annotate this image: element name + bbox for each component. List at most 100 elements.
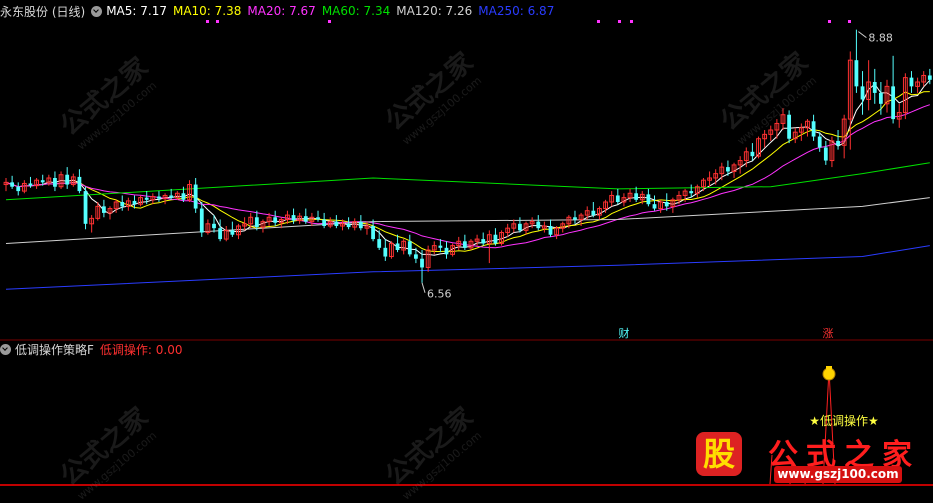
site-logo: 股 公式之家 www.gszj100.com: [688, 430, 933, 486]
chevron-down-icon[interactable]: [91, 5, 103, 17]
candle-body: [646, 194, 651, 205]
candle-body: [218, 228, 223, 240]
ma60-label: MA60: 7.34: [321, 4, 391, 18]
ma10-label: MA10: 7.38: [172, 4, 242, 18]
candle-body: [40, 180, 45, 183]
candle: [334, 215, 339, 229]
candle: [187, 180, 192, 202]
candle: [627, 188, 633, 202]
candle-body: [891, 86, 896, 120]
candle: [652, 195, 657, 211]
indicator-header: 低调操作策略F 低调操作: 0.00: [0, 339, 933, 359]
candle: [218, 219, 223, 242]
candle: [713, 169, 719, 185]
candle: [866, 60, 872, 111]
candle: [3, 178, 9, 192]
candle: [481, 232, 486, 246]
candle: [792, 127, 798, 144]
candle-body: [615, 195, 620, 202]
candle-body: [53, 178, 57, 187]
stock-chart[interactable]: 8.88 6.56 财涨 ★低调操作★ 公式之家 www.gszj100.com 公式…: [0, 0, 933, 503]
candle-body: [181, 193, 186, 200]
chart-canvas[interactable]: 8.886.56财涨 ★低调操作★: [0, 0, 933, 486]
candle: [670, 197, 676, 213]
candle-body: [101, 206, 106, 213]
low-price-label: 6.56: [427, 288, 452, 301]
candle: [157, 191, 161, 202]
ma-line: [5, 162, 930, 201]
candle: [762, 130, 768, 148]
candle-body: [414, 254, 418, 259]
candle-body: [536, 221, 541, 229]
candle-body: [383, 247, 388, 257]
candle: [694, 184, 700, 198]
candle: [780, 108, 786, 130]
candle: [138, 195, 143, 207]
candle-body: [230, 230, 235, 235]
candle: [836, 130, 840, 150]
candle-body: [169, 195, 174, 198]
stock-title[interactable]: 永东股份 (日线): [0, 3, 85, 20]
candle: [468, 239, 474, 250]
candle-body: [199, 208, 204, 233]
candle: [16, 182, 21, 196]
marker-cai: 财: [619, 326, 630, 340]
candle-body: [481, 239, 486, 244]
candle-body: [212, 223, 216, 229]
candle: [541, 221, 547, 233]
candle: [548, 219, 553, 237]
candle: [395, 234, 400, 253]
candle-body: [65, 174, 70, 185]
candle-body: [811, 121, 816, 137]
candle: [199, 202, 204, 237]
candle: [921, 71, 927, 87]
candle: [444, 241, 449, 259]
candle: [401, 239, 407, 255]
candle-body: [407, 241, 412, 255]
candle: [223, 226, 229, 242]
candle-body: [652, 204, 657, 209]
candle: [511, 219, 517, 233]
candle-body: [927, 75, 932, 80]
candle: [750, 143, 755, 161]
candle-body: [316, 217, 320, 220]
price-annotations: 8.886.56财涨: [421, 31, 893, 340]
candle: [621, 193, 627, 207]
annotation-pointer: [858, 31, 867, 39]
candle: [53, 171, 57, 192]
candle-body: [548, 226, 553, 235]
candle: [689, 184, 694, 198]
candle: [591, 202, 596, 218]
candle: [327, 217, 333, 229]
ma250-label: MA250: 6.87: [478, 4, 555, 18]
indicator-value: 低调操作: 0.00: [99, 342, 183, 357]
candle-body: [493, 234, 498, 244]
candle: [303, 208, 308, 224]
candle-body: [787, 114, 792, 139]
candle: [21, 180, 27, 194]
candle: [860, 71, 865, 115]
candle-body: [438, 245, 443, 248]
ma-line: [5, 104, 930, 249]
candle: [805, 119, 810, 137]
candle: [909, 71, 914, 93]
ma5-label: MA5: 7.17: [106, 4, 167, 18]
candle: [817, 132, 822, 152]
candle-body: [664, 202, 669, 207]
candle-body: [591, 210, 596, 216]
candle: [486, 230, 492, 264]
candle: [915, 77, 920, 93]
ma-line: [5, 91, 930, 253]
indicator-name[interactable]: 低调操作策略F: [15, 341, 94, 358]
candle: [205, 219, 211, 235]
candle: [798, 123, 804, 141]
candle-body: [909, 77, 914, 87]
candle: [823, 140, 828, 165]
chevron-down-icon[interactable]: [0, 343, 11, 355]
chart-header: 永东股份 (日线) MA5: 7.17 MA10: 7.38 MA20: 7.6…: [0, 1, 933, 21]
ma-line: [5, 79, 931, 256]
candle-body: [823, 147, 828, 161]
candle-body: [157, 196, 161, 199]
candle: [505, 223, 511, 237]
candle-body: [273, 217, 278, 223]
